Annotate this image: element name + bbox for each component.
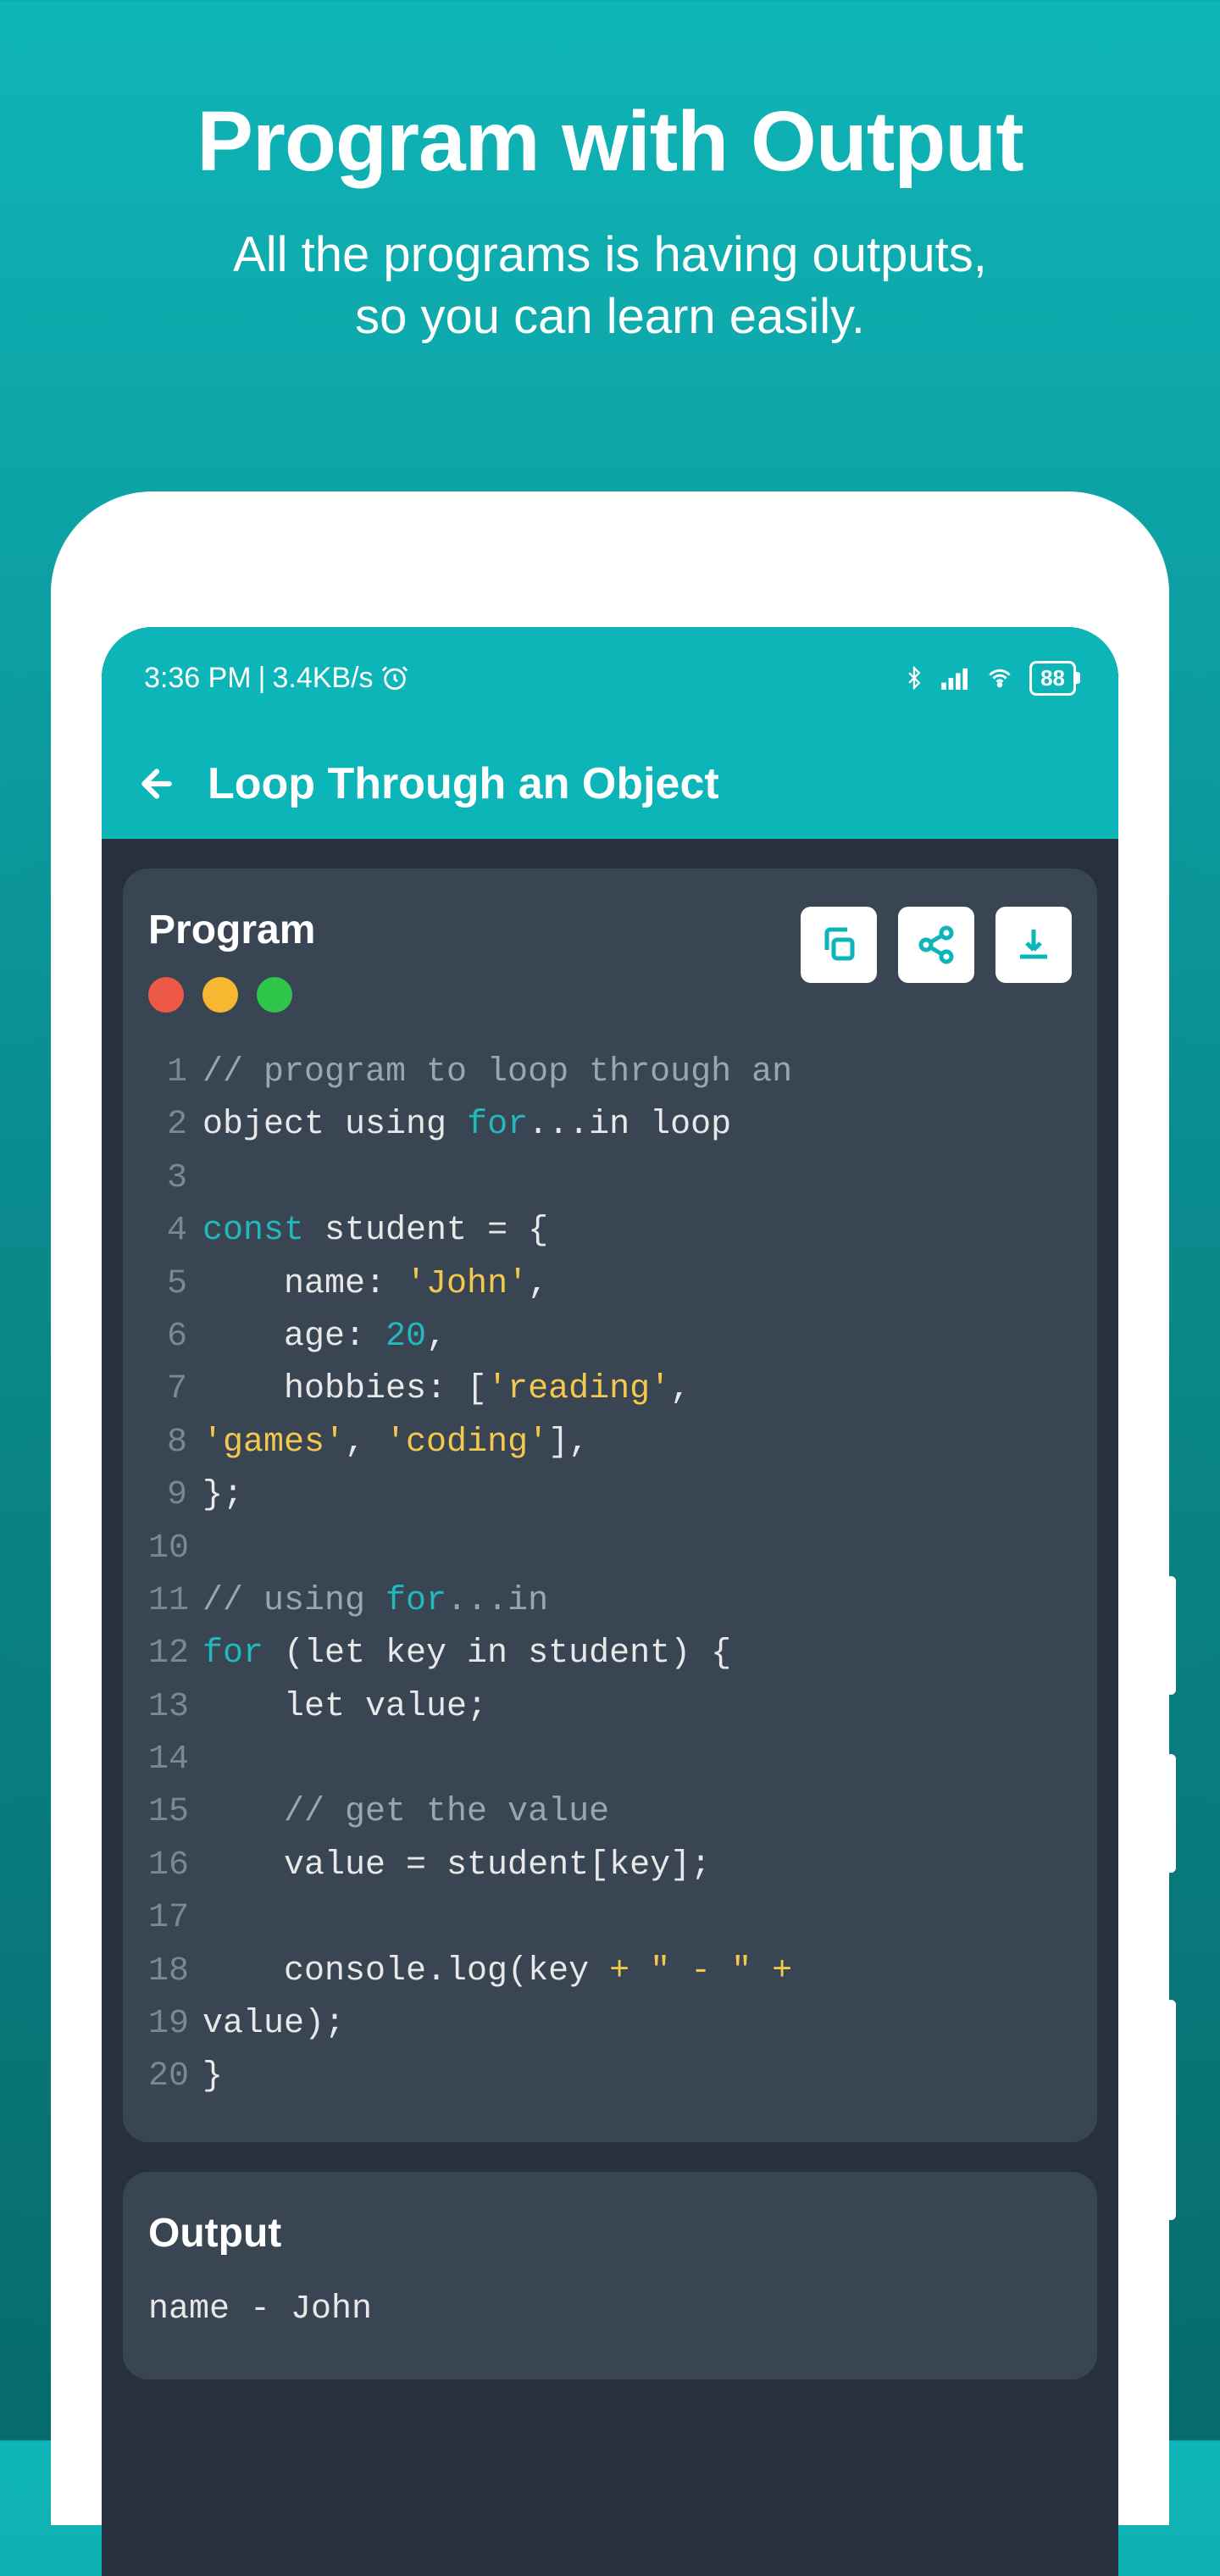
page-title: Loop Through an Object — [208, 758, 719, 809]
back-icon[interactable] — [136, 763, 178, 805]
traffic-lights — [148, 977, 315, 1013]
output-card: Output name - John — [123, 2172, 1097, 2379]
promo-subtitle-line1: All the programs is having outputs, — [233, 227, 987, 282]
power-button — [1166, 2000, 1176, 2220]
promo-title: Program with Output — [0, 0, 1220, 191]
green-dot-icon — [257, 977, 292, 1013]
yellow-dot-icon — [202, 977, 238, 1013]
status-speed: 3.4KB/s — [272, 662, 373, 695]
promo-subtitle-line2: so you can learn easily. — [355, 289, 865, 344]
wifi-icon — [985, 666, 1014, 690]
status-sep: | — [258, 662, 266, 695]
phone-screen: 3:36 PM | 3.4KB/s 88 — [102, 627, 1118, 2576]
copy-button[interactable] — [801, 907, 877, 983]
status-time: 3:36 PM — [144, 662, 252, 695]
volume-up-button — [1166, 1576, 1176, 1695]
red-dot-icon — [148, 977, 184, 1013]
bluetooth-icon — [902, 666, 926, 690]
signal-icon — [941, 666, 970, 690]
content-area: Program — [102, 839, 1118, 2439]
status-bar: 3:36 PM | 3.4KB/s 88 — [102, 627, 1118, 729]
phone-frame: 3:36 PM | 3.4KB/s 88 — [51, 491, 1169, 2525]
output-text: name - John — [148, 2290, 1072, 2329]
app-bar: Loop Through an Object — [102, 729, 1118, 839]
share-button[interactable] — [898, 907, 974, 983]
code-block[interactable]: 1// program to loop through an 2object u… — [148, 1046, 1072, 2104]
battery-indicator: 88 — [1029, 661, 1076, 696]
alarm-icon — [380, 663, 409, 692]
promo-subtitle: All the programs is having outputs, so y… — [0, 225, 1220, 347]
volume-down-button — [1166, 1754, 1176, 1873]
program-label: Program — [148, 907, 315, 953]
output-label: Output — [148, 2210, 1072, 2257]
program-card: Program — [123, 869, 1097, 2142]
download-button[interactable] — [995, 907, 1072, 983]
